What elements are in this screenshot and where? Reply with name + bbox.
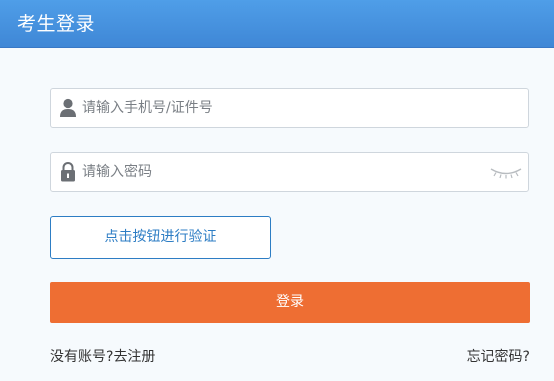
no-account-text: 没有账号? [50,349,114,365]
forgot-password-link[interactable]: 忘记密码? [467,346,530,366]
password-input[interactable] [82,153,482,191]
eye-closed-icon[interactable] [489,165,523,179]
phone-input[interactable] [82,89,482,127]
header-bar: 考生登录 [0,0,554,48]
register-prompt: 没有账号?去注册 [50,346,155,366]
lock-icon [61,162,75,182]
user-icon [60,98,76,117]
page-title: 考生登录 [17,13,96,35]
password-field[interactable] [50,152,529,192]
login-button[interactable]: 登录 [50,282,530,323]
login-page: 考生登录 点击按钮进行验证 登录 没有账号?去注册 忘记密码? [0,0,554,381]
register-link[interactable]: 去注册 [113,349,155,365]
phone-field[interactable] [50,88,529,128]
verify-button[interactable]: 点击按钮进行验证 [50,216,271,259]
